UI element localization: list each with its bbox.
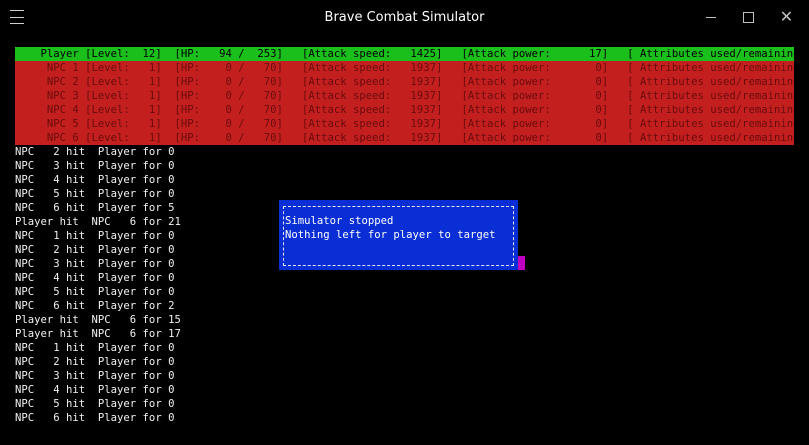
combat-log-line: NPC 4 hit Player for 0 xyxy=(15,272,175,284)
player-stat-row: Player [Level: 12] [HP: 94 / 253] [Attac… xyxy=(15,47,794,61)
maximize-icon xyxy=(743,11,754,23)
combat-log-line: NPC 5 hit Player for 0 xyxy=(15,286,175,298)
npc-stat-row: NPC 2 [Level: 1] [HP: 0 / 70] [Attack sp… xyxy=(15,75,794,89)
npc-stat-row: NPC 1 [Level: 1] [HP: 0 / 70] [Attack sp… xyxy=(15,61,794,75)
simulator-stopped-dialog: Simulator stopped Nothing left for playe… xyxy=(279,200,518,270)
npc-stat-row: NPC 5 [Level: 1] [HP: 0 / 70] [Attack sp… xyxy=(15,117,794,131)
dialog-message-title: Simulator stopped xyxy=(285,215,394,227)
combat-log-line: Player hit NPC 6 for 17 xyxy=(15,328,181,340)
combat-log-line: NPC 5 hit Player for 0 xyxy=(15,398,175,410)
title-bar: Brave Combat Simulator ✕ xyxy=(0,0,809,36)
combat-log-line: NPC 1 hit Player for 0 xyxy=(15,342,175,354)
dialog-message-body: Nothing left for player to target xyxy=(285,229,496,241)
combat-log-line: NPC 5 hit Player for 0 xyxy=(15,188,175,200)
combat-log-line: NPC 2 hit Player for 0 xyxy=(15,356,175,368)
npc-stat-row: NPC 3 [Level: 1] [HP: 0 / 70] [Attack sp… xyxy=(15,89,794,103)
combat-log-line: NPC 3 hit Player for 0 xyxy=(15,370,175,382)
minimize-icon xyxy=(705,16,716,18)
npc-stat-row: NPC 6 [Level: 1] [HP: 0 / 70] [Attack sp… xyxy=(15,131,794,145)
combat-log-line: NPC 6 hit Player for 0 xyxy=(15,412,175,424)
combat-log-line: NPC 3 hit Player for 0 xyxy=(15,160,175,172)
combat-log-line: NPC 2 hit Player for 0 xyxy=(15,146,175,158)
terminal-cursor xyxy=(518,256,525,270)
npc-stat-row: NPC 4 [Level: 1] [HP: 0 / 70] [Attack sp… xyxy=(15,103,794,117)
close-icon: ✕ xyxy=(779,7,794,26)
combat-log-line: NPC 6 hit Player for 2 xyxy=(15,300,175,312)
close-button[interactable]: ✕ xyxy=(764,0,809,34)
combat-log-line: NPC 4 hit Player for 0 xyxy=(15,384,175,396)
combat-log-line: Player hit NPC 6 for 15 xyxy=(15,314,181,326)
combat-log-line: NPC 4 hit Player for 0 xyxy=(15,174,175,186)
